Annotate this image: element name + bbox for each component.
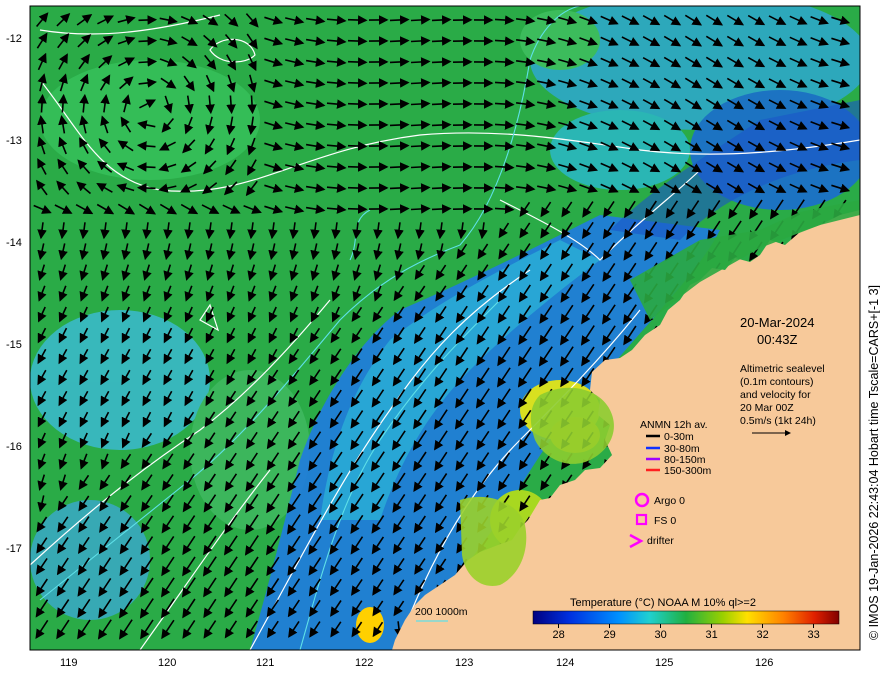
velocity-arrow <box>389 57 410 67</box>
velocity-arrow <box>431 36 452 46</box>
lon-tick: 121 <box>256 657 274 669</box>
svg-text:20 Mar 00Z: 20 Mar 00Z <box>740 402 794 414</box>
svg-text:200 1000m: 200 1000m <box>415 606 468 618</box>
velocity-arrow <box>138 15 158 25</box>
lon-tick: 125 <box>655 657 673 669</box>
velocity-arrow <box>347 36 368 46</box>
lat-tick: -12 <box>6 33 22 45</box>
velocity-arrow <box>389 183 410 193</box>
colorbar-tick-label: 32 <box>757 629 769 641</box>
velocity-arrow <box>389 78 410 88</box>
svg-text:FS 0: FS 0 <box>654 515 676 527</box>
lon-tick: 126 <box>755 657 773 669</box>
velocity-arrow <box>347 99 368 109</box>
velocity-arrow <box>410 120 431 130</box>
velocity-arrow <box>347 141 368 151</box>
velocity-arrow <box>389 36 410 46</box>
svg-text:drifter: drifter <box>647 535 674 547</box>
lat-tick: -13 <box>6 135 22 147</box>
lon-tick: 123 <box>455 657 473 669</box>
map-date: 20-Mar-2024 <box>740 315 814 330</box>
colorbar-tick-label: 33 <box>808 629 820 641</box>
velocity-arrow <box>389 99 410 109</box>
velocity-arrow <box>431 57 452 67</box>
ocean-map: -12 -13 -14 -15 -16 -17 119 120 121 122 … <box>6 5 880 669</box>
lat-axis: -12 -13 -14 -15 -16 -17 <box>6 33 22 555</box>
velocity-arrow <box>347 120 368 130</box>
velocity-arrow <box>347 162 368 172</box>
colorbar-tick-label: 31 <box>706 629 718 641</box>
svg-text:(0.1m contours): (0.1m contours) <box>740 376 814 388</box>
velocity-arrow <box>347 78 368 88</box>
velocity-arrow <box>410 99 431 109</box>
lat-tick: -14 <box>6 237 22 249</box>
lon-tick: 122 <box>355 657 373 669</box>
svg-text:Altimetric sealevel: Altimetric sealevel <box>740 363 825 375</box>
velocity-arrow <box>410 183 431 193</box>
svg-text:0.5m/s (1kt 24h): 0.5m/s (1kt 24h) <box>740 415 816 427</box>
velocity-arrow <box>431 204 452 214</box>
lat-tick: -17 <box>6 543 22 555</box>
velocity-arrow <box>431 78 452 88</box>
colorbar-tick-label: 29 <box>604 629 616 641</box>
lon-axis: 119 120 121 122 123 124 125 126 <box>60 657 773 669</box>
lat-tick: -16 <box>6 441 22 453</box>
velocity-arrow <box>389 15 410 25</box>
velocity-arrow <box>247 95 257 115</box>
velocity-arrow <box>347 57 368 67</box>
legend-title: ANMN 12h av. <box>640 419 708 431</box>
velocity-arrow <box>136 162 156 172</box>
svg-text:Argo 0: Argo 0 <box>654 495 685 507</box>
velocity-arrow <box>389 120 410 130</box>
velocity-arrow <box>431 183 452 193</box>
velocity-arrow <box>138 57 158 67</box>
velocity-arrow <box>410 15 431 25</box>
credit-text: © IMOS 19-Jan-2026 22:43:04 Hobart time … <box>867 285 880 640</box>
velocity-arrow <box>431 99 452 109</box>
colorbar-title: Temperature (°C) NOAA M 10% ql>=2 <box>570 597 756 609</box>
svg-text:0-30m: 0-30m <box>664 431 694 443</box>
lon-tick: 124 <box>556 657 574 669</box>
velocity-arrow <box>410 141 431 151</box>
velocity-arrow <box>138 36 158 46</box>
velocity-arrow <box>410 78 431 88</box>
lat-tick: -15 <box>6 339 22 351</box>
velocity-arrow <box>410 162 431 172</box>
velocity-arrow <box>431 162 452 172</box>
velocity-arrow <box>410 57 431 67</box>
velocity-arrow <box>37 93 47 113</box>
velocity-arrow <box>389 141 410 151</box>
colorbar-tick-label: 30 <box>655 629 667 641</box>
velocity-arrow <box>431 141 452 151</box>
velocity-arrow <box>431 15 452 25</box>
velocity-arrow <box>410 204 431 214</box>
velocity-arrow <box>347 15 368 25</box>
svg-text:150-300m: 150-300m <box>664 465 712 477</box>
lon-tick: 120 <box>158 657 176 669</box>
lon-tick: 119 <box>60 657 78 669</box>
velocity-arrow <box>431 120 452 130</box>
colorbar-tick-label: 28 <box>553 629 565 641</box>
velocity-arrow <box>389 204 410 214</box>
svg-text:and velocity for: and velocity for <box>740 389 811 401</box>
velocity-arrow <box>410 36 431 46</box>
map-time: 00:43Z <box>757 332 798 347</box>
velocity-arrow <box>389 162 410 172</box>
velocity-arrow <box>347 183 368 193</box>
velocity-arrow <box>136 183 156 193</box>
velocity-arrow <box>347 204 368 214</box>
